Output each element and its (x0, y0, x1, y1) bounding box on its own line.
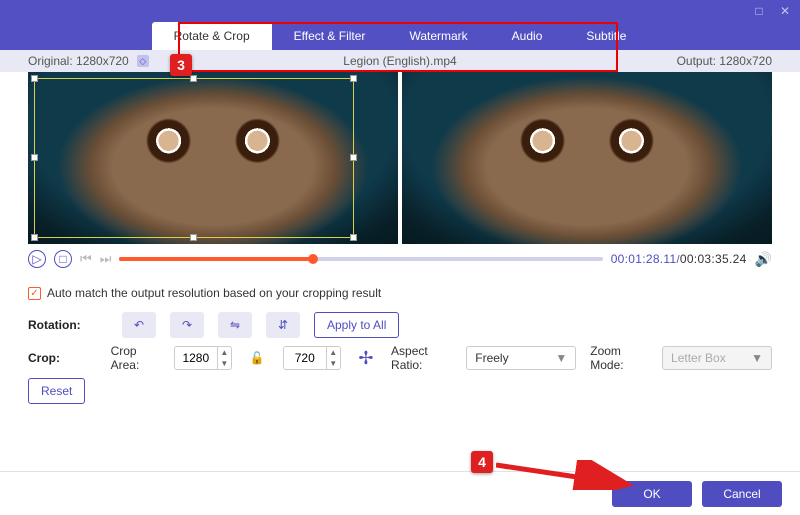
crop-width-up[interactable]: ▲ (218, 347, 231, 358)
output-resolution-label: Output: 1280x720 (640, 54, 800, 68)
swap-icon[interactable]: ◇ (137, 55, 149, 67)
tab-rotate-crop[interactable]: Rotate & Crop (152, 22, 272, 50)
chevron-down-icon: ▼ (555, 351, 567, 365)
settings-panel: ✓ Auto match the output resolution based… (0, 274, 800, 404)
preview-row (0, 72, 800, 244)
crop-handle-t[interactable] (190, 75, 197, 82)
time-display: 00:01:28.11/00:03:35.24 (611, 252, 747, 266)
crop-width-down[interactable]: ▼ (218, 358, 231, 369)
tab-audio[interactable]: Audio (490, 22, 565, 50)
play-button[interactable]: ▷ (28, 250, 46, 268)
crop-label: Crop: (28, 351, 97, 365)
chevron-down-icon: ▼ (751, 351, 763, 365)
lock-aspect-icon[interactable]: 🔓 (246, 351, 269, 365)
playback-controls: ▷ □ ⏮ ⏭ 00:01:28.11/00:03:35.24 🔊 (0, 244, 800, 274)
zoom-mode-value: Letter Box (671, 351, 726, 365)
flip-vertical-button[interactable]: ⇵ (266, 312, 300, 338)
crop-handle-tl[interactable] (31, 75, 38, 82)
footer: OK Cancel (0, 471, 800, 515)
prev-frame-button[interactable]: ⏮ (80, 251, 92, 267)
auto-match-checkbox[interactable]: ✓ (28, 287, 41, 300)
ok-button[interactable]: OK (612, 481, 692, 507)
seek-fill (119, 257, 312, 261)
meta-row: Original: 1280x720 ◇ Legion (English).mp… (0, 50, 800, 72)
volume-icon[interactable]: 🔊 (755, 251, 772, 268)
crop-handle-tr[interactable] (350, 75, 357, 82)
video-frame-output (402, 72, 772, 244)
crop-handle-br[interactable] (350, 234, 357, 241)
titlebar: □ ✕ (0, 0, 800, 22)
crop-width-stepper[interactable]: ▲▼ (174, 346, 232, 370)
crop-handle-bl[interactable] (31, 234, 38, 241)
crop-height-down[interactable]: ▼ (327, 358, 340, 369)
rotation-label: Rotation: (28, 318, 108, 332)
crop-handle-r[interactable] (350, 154, 357, 161)
crop-rectangle[interactable] (34, 78, 354, 238)
rotate-left-button[interactable]: ↶ (122, 312, 156, 338)
zoom-mode-label: Zoom Mode: (590, 344, 648, 372)
cancel-button[interactable]: Cancel (702, 481, 782, 507)
crop-height-stepper[interactable]: ▲▼ (283, 346, 341, 370)
reset-button[interactable]: Reset (28, 378, 85, 404)
crop-width-input[interactable] (175, 351, 217, 365)
center-crop-icon[interactable]: ✢ (355, 345, 377, 371)
preview-output (402, 72, 772, 244)
aspect-ratio-value: Freely (475, 351, 508, 365)
next-frame-button[interactable]: ⏭ (100, 251, 112, 267)
aspect-ratio-label: Aspect Ratio: (391, 344, 452, 372)
aspect-ratio-select[interactable]: Freely ▼ (466, 346, 576, 370)
maximize-button[interactable]: □ (752, 4, 766, 18)
crop-handle-b[interactable] (190, 234, 197, 241)
seek-knob[interactable] (308, 254, 318, 264)
crop-height-input[interactable] (284, 351, 326, 365)
flip-horizontal-button[interactable]: ⇋ (218, 312, 252, 338)
tab-subtitle[interactable]: Subtitle (564, 22, 648, 50)
auto-match-label: Auto match the output resolution based o… (47, 286, 381, 300)
tab-watermark[interactable]: Watermark (387, 22, 489, 50)
annotation-badge-3: 3 (170, 54, 192, 76)
crop-height-up[interactable]: ▲ (327, 347, 340, 358)
preview-original[interactable] (28, 72, 398, 244)
rotate-right-button[interactable]: ↷ (170, 312, 204, 338)
annotation-badge-4: 4 (471, 451, 493, 473)
tab-bar: Rotate & Crop Effect & Filter Watermark … (0, 22, 800, 50)
auto-match-row[interactable]: ✓ Auto match the output resolution based… (28, 286, 772, 300)
zoom-mode-select: Letter Box ▼ (662, 346, 772, 370)
crop-area-label: Crop Area: (111, 344, 160, 372)
original-resolution-label: Original: 1280x720 (28, 54, 129, 68)
tab-effect-filter[interactable]: Effect & Filter (272, 22, 388, 50)
filename-label: Legion (English).mp4 (160, 54, 640, 68)
crop-handle-l[interactable] (31, 154, 38, 161)
apply-to-all-button[interactable]: Apply to All (314, 312, 399, 338)
stop-button[interactable]: □ (54, 250, 72, 268)
close-button[interactable]: ✕ (778, 4, 792, 18)
seek-track[interactable] (119, 257, 602, 261)
